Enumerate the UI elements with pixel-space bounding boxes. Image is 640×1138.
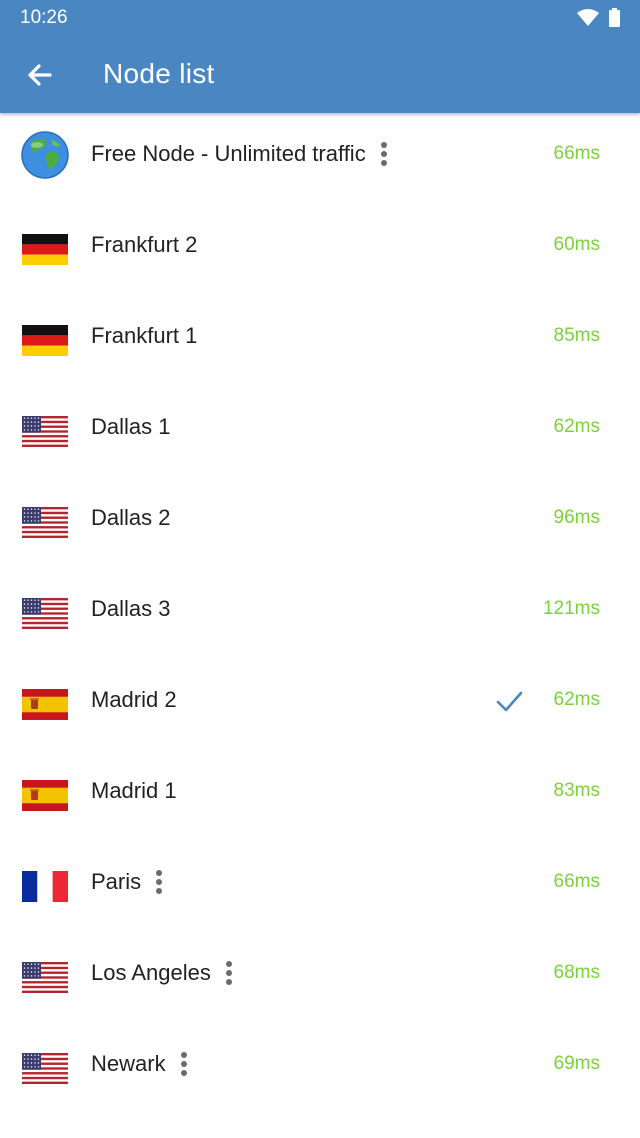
ping-value: 96ms	[553, 507, 600, 528]
node-row[interactable]: Frankfurt 2 60ms	[0, 204, 640, 295]
flag-us-icon	[22, 507, 68, 538]
node-name-label: Los Angeles	[91, 960, 211, 985]
node-row[interactable]: Frankfurt 1 85ms	[0, 295, 640, 386]
node-name-label: Dallas 1	[91, 414, 171, 439]
ping-value: 60ms	[553, 234, 600, 255]
ping-value: 66ms	[553, 143, 600, 164]
ping-value: 83ms	[553, 780, 600, 801]
node-row[interactable]: Paris 66ms	[0, 841, 640, 932]
ping-value: 62ms	[553, 689, 600, 710]
flag-us-icon	[22, 962, 68, 993]
flag-es-icon	[22, 689, 68, 720]
node-list: Free Node - Unlimited traffic 66ms Frankfu…	[0, 113, 640, 1114]
status-icons	[577, 8, 620, 27]
page-title: Node list	[103, 58, 215, 89]
node-name: Madrid 1	[91, 778, 177, 804]
wifi-icon	[577, 8, 599, 26]
node-name: Dallas 3	[91, 596, 170, 622]
flag-es-icon	[22, 780, 68, 811]
node-name: Frankfurt 2	[91, 232, 197, 258]
ping-value: 62ms	[553, 416, 600, 437]
node-name: Free Node - Unlimited traffic	[91, 141, 388, 167]
node-row[interactable]: Free Node - Unlimited traffic 66ms	[0, 113, 640, 204]
status-time: 10:26	[20, 7, 68, 28]
node-name-label: Newark	[91, 1051, 166, 1076]
node-name-label: Madrid 1	[91, 778, 177, 803]
more-vert-icon[interactable]	[155, 870, 163, 894]
node-row[interactable]: Madrid 1 83ms	[0, 750, 640, 841]
flag-us-icon	[22, 1053, 68, 1084]
flag-fr-icon	[22, 871, 68, 902]
node-row[interactable]: Dallas 3 121ms	[0, 568, 640, 659]
battery-icon	[609, 8, 620, 27]
node-name: Frankfurt 1	[91, 323, 197, 349]
flag-de-icon	[22, 325, 68, 356]
selected-check-icon	[494, 689, 524, 715]
node-row[interactable]: Los Angeles 68ms	[0, 932, 640, 1023]
node-name-label: Frankfurt 1	[91, 323, 198, 348]
node-name: Los Angeles	[91, 960, 233, 986]
back-arrow-icon[interactable]	[20, 56, 58, 94]
node-name-label: Frankfurt 2	[91, 232, 198, 257]
node-name: Dallas 1	[91, 414, 170, 440]
node-row[interactable]: Dallas 2 96ms	[0, 477, 640, 568]
node-name: Dallas 2	[91, 505, 170, 531]
more-vert-icon[interactable]	[380, 142, 388, 166]
node-name-label: Free Node - Unlimited traffic	[91, 141, 366, 166]
node-name-label: Dallas 2	[91, 505, 171, 530]
node-row[interactable]: Newark 69ms	[0, 1023, 640, 1114]
node-name: Paris	[91, 869, 163, 895]
ping-value: 69ms	[553, 1053, 600, 1074]
more-vert-icon[interactable]	[225, 961, 233, 985]
flag-us-icon	[22, 416, 68, 447]
flag-de-icon	[22, 234, 68, 265]
ping-value: 68ms	[553, 962, 600, 983]
ping-value: 66ms	[553, 871, 600, 892]
more-vert-icon[interactable]	[180, 1052, 188, 1076]
node-name: Newark	[91, 1051, 188, 1077]
node-name-label: Dallas 3	[91, 596, 171, 621]
node-name: Madrid 2	[91, 687, 177, 713]
status-bar: 10:26	[0, 0, 640, 36]
node-name-label: Madrid 2	[91, 687, 177, 712]
flag-us-icon	[22, 598, 68, 629]
app-bar: Node list	[0, 36, 640, 113]
globe-icon	[21, 131, 69, 179]
node-name-label: Paris	[91, 869, 142, 894]
node-row[interactable]: Madrid 2 62ms	[0, 659, 640, 750]
ping-value: 121ms	[542, 598, 600, 619]
node-row[interactable]: Dallas 1 62ms	[0, 386, 640, 477]
ping-value: 85ms	[553, 325, 600, 346]
